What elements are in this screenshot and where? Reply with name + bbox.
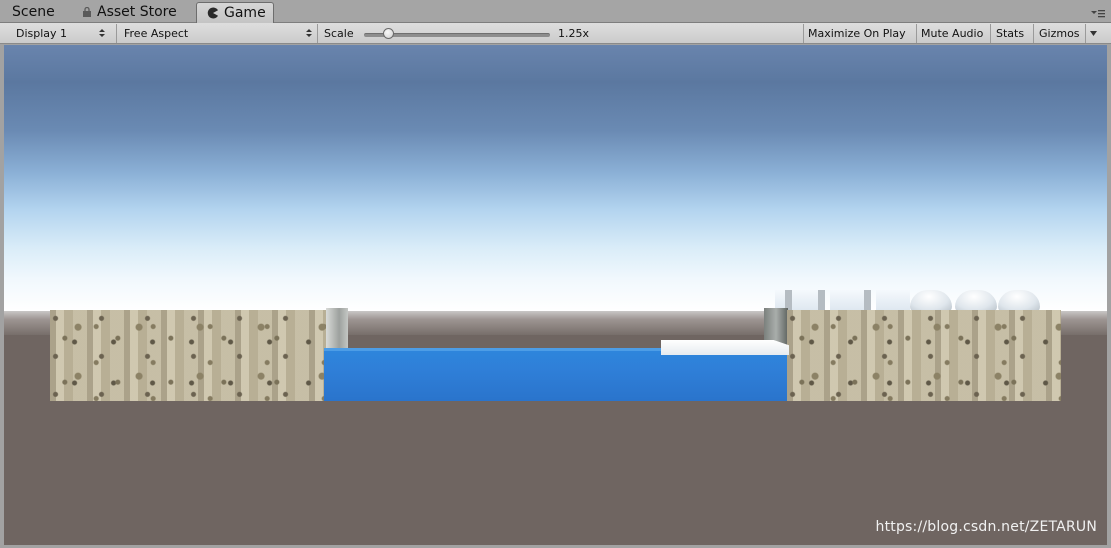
display-dropdown[interactable]: Display 1 <box>10 23 111 44</box>
tab-game[interactable]: Game <box>196 2 274 23</box>
toolbar-divider <box>116 24 117 43</box>
white-dome <box>955 290 997 312</box>
white-dome <box>998 290 1040 312</box>
scale-value: 1.25x <box>558 27 590 40</box>
white-block <box>792 290 818 310</box>
aspect-dropdown[interactable]: Free Aspect <box>118 23 316 44</box>
watermark-text: https://blog.csdn.net/ZETARUN <box>875 519 1097 535</box>
updown-arrows-icon <box>306 29 312 37</box>
white-block <box>775 290 785 310</box>
scale-slider-handle[interactable] <box>383 28 394 39</box>
game-view-viewport[interactable]: https://blog.csdn.net/ZETARUN <box>4 45 1107 545</box>
mute-audio-toggle[interactable]: Mute Audio <box>917 23 990 44</box>
white-dome <box>910 290 952 312</box>
block-gap <box>785 290 792 310</box>
water-plane <box>324 349 787 401</box>
pacman-icon <box>207 7 218 19</box>
tab-menu-icon[interactable] <box>1091 9 1105 18</box>
gizmos-toggle[interactable]: Gizmos <box>1034 23 1084 44</box>
updown-arrows-icon <box>99 29 105 37</box>
lock-icon <box>83 7 91 17</box>
toolbar-divider <box>317 24 318 43</box>
gizmos-dropdown-arrow-icon[interactable] <box>1090 31 1097 36</box>
scale-label: Scale <box>324 27 354 40</box>
stone-bank-right <box>787 310 1061 401</box>
white-block <box>830 290 864 310</box>
mute-audio-label: Mute Audio <box>921 27 984 40</box>
display-dropdown-label: Display 1 <box>16 27 68 40</box>
gizmos-label: Gizmos <box>1039 27 1080 40</box>
block-gap <box>818 290 825 310</box>
game-toolbar: Display 1 Free Aspect Scale 1.25x Maximi… <box>0 23 1111 44</box>
tab-asset-store-label: Asset Store <box>97 4 177 20</box>
stats-toggle[interactable]: Stats <box>991 23 1031 44</box>
floating-white-slab <box>661 340 789 355</box>
stone-bank-left <box>50 310 326 401</box>
stats-label: Stats <box>996 27 1025 40</box>
maximize-on-play-label: Maximize On Play <box>808 27 906 40</box>
aspect-dropdown-label: Free Aspect <box>124 27 189 40</box>
skybox <box>4 45 1107 311</box>
tab-bar: Scene Asset Store Game <box>0 0 1111 23</box>
toolbar-divider <box>1085 24 1086 43</box>
tab-scene-label: Scene <box>12 4 55 20</box>
tab-game-label: Game <box>224 5 266 21</box>
maximize-on-play-toggle[interactable]: Maximize On Play <box>804 23 916 44</box>
white-block <box>876 290 910 310</box>
block-gap <box>864 290 871 310</box>
